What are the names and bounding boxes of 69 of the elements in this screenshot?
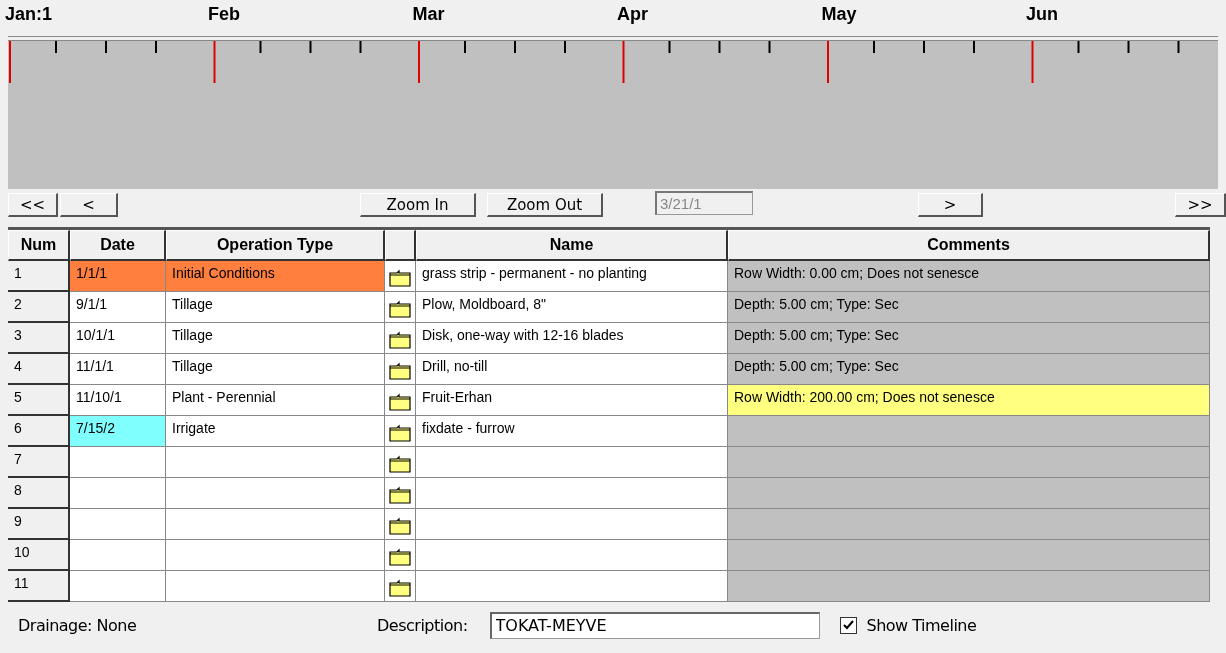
drainage-label: Drainage: None xyxy=(18,615,138,635)
column-header[interactable]: Comments xyxy=(728,230,1210,261)
table-cell[interactable]: Fruit-Erhan xyxy=(416,385,728,416)
row-number: 9 xyxy=(8,509,70,540)
row-number: 11 xyxy=(8,571,70,602)
table-cell[interactable]: Plow, Moldboard, 8" xyxy=(416,292,728,323)
table-cell[interactable]: Irrigate xyxy=(166,416,385,447)
checkbox-label[interactable]: Show Timeline xyxy=(866,615,977,635)
zoom-in-button[interactable]: Zoom In xyxy=(360,193,476,217)
description-field[interactable]: TOKAT-MEYVE xyxy=(489,611,820,639)
folder-icon[interactable] xyxy=(389,455,411,473)
month-label: Mar xyxy=(412,4,445,25)
table-cell[interactable]: Initial Conditions xyxy=(166,261,385,292)
next-button[interactable]: > xyxy=(918,193,983,217)
column-header[interactable]: Date xyxy=(70,230,166,261)
row-number: 3 xyxy=(8,323,70,354)
folder-icon[interactable] xyxy=(389,300,411,318)
table-cell[interactable]: Depth: 5.00 cm; Type: Sec xyxy=(728,323,1210,354)
table-cell[interactable]: Tillage xyxy=(166,323,385,354)
column-header[interactable]: Num xyxy=(8,230,70,261)
column-header[interactable] xyxy=(385,230,416,261)
month-label: Jan:1 xyxy=(5,4,53,25)
table-cell[interactable]: Row Width: 0.00 cm; Does not senesce xyxy=(728,261,1210,292)
column-header[interactable]: Name xyxy=(416,230,728,261)
table-cell[interactable]: Tillage xyxy=(166,354,385,385)
folder-icon[interactable] xyxy=(389,331,411,349)
row-number: 7 xyxy=(8,447,70,478)
zoom-out-button[interactable]: Zoom Out xyxy=(487,193,603,217)
table-cell[interactable]: 11/10/1 xyxy=(70,385,166,416)
month-label: Feb xyxy=(208,4,240,25)
month-label: Apr xyxy=(617,4,648,25)
folder-icon[interactable] xyxy=(389,269,411,287)
timeline-track[interactable] xyxy=(8,41,1218,189)
folder-icon[interactable] xyxy=(389,393,411,411)
folder-icon[interactable] xyxy=(389,486,411,504)
month-label: May xyxy=(821,4,857,25)
row-number: 5 xyxy=(8,385,70,416)
table-cell[interactable]: 9/1/1 xyxy=(70,292,166,323)
month-label: Jun xyxy=(1026,4,1058,25)
folder-icon[interactable] xyxy=(389,517,411,535)
description-label: Description: xyxy=(377,615,468,635)
folder-icon[interactable] xyxy=(389,548,411,566)
column-header[interactable]: Operation Type xyxy=(166,230,385,261)
last-button[interactable]: >> xyxy=(1175,193,1226,217)
table-cell[interactable]: Row Width: 200.00 cm; Does not senesce xyxy=(728,385,1210,416)
row-number: 6 xyxy=(8,416,70,447)
table-cell[interactable]: Disk, one-way with 12-16 blades xyxy=(416,323,728,354)
table-cell[interactable]: Depth: 5.00 cm; Type: Sec xyxy=(728,292,1210,323)
table-cell[interactable]: 11/1/1 xyxy=(70,354,166,385)
previous-button[interactable]: < xyxy=(60,193,118,217)
first-button[interactable]: << xyxy=(8,193,58,217)
table-cell[interactable]: Plant - Perennial xyxy=(166,385,385,416)
table-cell[interactable]: 10/1/1 xyxy=(70,323,166,354)
folder-icon[interactable] xyxy=(389,579,411,597)
row-number: 1 xyxy=(8,261,70,292)
row-number: 8 xyxy=(8,478,70,509)
row-number: 2 xyxy=(8,292,70,323)
table-cell[interactable]: fixdate - furrow xyxy=(416,416,728,447)
table-cell[interactable]: 1/1/1 xyxy=(70,261,166,292)
table-cell[interactable]: Depth: 5.00 cm; Type: Sec xyxy=(728,354,1210,385)
table-cell[interactable]: Drill, no-till xyxy=(416,354,728,385)
row-number: 10 xyxy=(8,540,70,571)
table-cell[interactable]: grass strip - permanent - no planting xyxy=(416,261,728,292)
row-number: 4 xyxy=(8,354,70,385)
table-cell[interactable]: 7/15/2 xyxy=(70,416,166,447)
checkbox[interactable] xyxy=(839,616,857,634)
folder-icon[interactable] xyxy=(389,362,411,380)
table-cell[interactable]: Tillage xyxy=(166,292,385,323)
folder-icon[interactable] xyxy=(389,424,411,442)
